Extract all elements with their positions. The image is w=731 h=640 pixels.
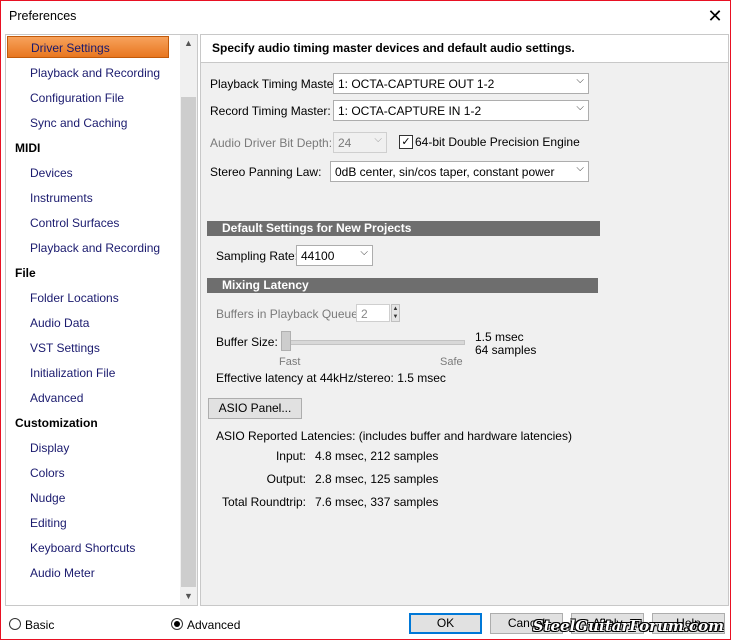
buffer-size-label: Buffer Size:	[216, 335, 278, 349]
sidebar-item-instruments[interactable]: Instruments	[30, 186, 93, 211]
mixing-latency-section: Mixing Latency	[207, 278, 598, 293]
default-settings-title: Default Settings for New Projects	[222, 221, 412, 235]
asio-panel-button[interactable]: ASIO Panel...	[208, 398, 302, 419]
ok-button[interactable]: OK	[409, 613, 482, 634]
bit-depth-value: 24	[338, 136, 352, 150]
buffers-value: 2	[361, 307, 368, 321]
chevron-down-icon: ⌵	[576, 163, 584, 174]
buffer-safe-label: Safe	[440, 356, 463, 368]
buffer-samples: 64 samples	[475, 343, 537, 357]
buffers-stepper[interactable]: ▲ ▼	[391, 304, 400, 322]
tree-category-customization: Customization	[15, 416, 98, 430]
close-icon[interactable]: ✕	[700, 1, 730, 31]
panning-label: Stereo Panning Law:	[210, 165, 322, 179]
scroll-thumb[interactable]	[181, 97, 196, 587]
chevron-down-icon: ⌵	[576, 75, 584, 86]
panel-header: Specify audio timing master devices and …	[201, 35, 728, 63]
advanced-radio[interactable]	[171, 618, 183, 630]
tree-category-file: File	[15, 266, 36, 280]
bit-depth-label: Audio Driver Bit Depth:	[210, 136, 333, 150]
chevron-down-icon: ⌵	[374, 134, 382, 145]
sampling-rate-select[interactable]: 44100 ⌵	[296, 245, 373, 266]
sidebar-item-audio-data[interactable]: Audio Data	[30, 311, 89, 336]
sidebar-item-advanced[interactable]: Advanced	[30, 386, 83, 411]
panel-header-text: Specify audio timing master devices and …	[212, 41, 575, 55]
sidebar-item-editing[interactable]: Editing	[30, 511, 67, 536]
panning-select[interactable]: 0dB center, sin/cos taper, constant powe…	[330, 161, 589, 182]
sidebar-item-display[interactable]: Display	[30, 436, 69, 461]
sidebar-item-vst-settings[interactable]: VST Settings	[30, 336, 100, 361]
basic-label: Basic	[25, 618, 55, 632]
double-precision-label: 64-bit Double Precision Engine	[415, 135, 580, 149]
sidebar-item-playback-and-recording[interactable]: Playback and Recording	[30, 61, 160, 86]
latency-input-value: 4.8 msec, 212 samples	[315, 449, 439, 463]
sidebar-item-playback-and-recording[interactable]: Playback and Recording	[30, 236, 160, 261]
record-master-value: 1: OCTA-CAPTURE IN 1-2	[338, 104, 482, 118]
buffer-msec: 1.5 msec	[475, 330, 524, 344]
sidebar-item-nudge[interactable]: Nudge	[30, 486, 65, 511]
preferences-window: Preferences ✕ Driver Settings Playback an…	[0, 0, 731, 640]
buffer-fast-label: Fast	[279, 356, 301, 368]
chevron-down-icon: ⌵	[360, 247, 368, 258]
buffers-input[interactable]: 2	[356, 304, 390, 322]
playback-master-value: 1: OCTA-CAPTURE OUT 1-2	[338, 77, 495, 91]
driver-settings-panel: Specify audio timing master devices and …	[200, 34, 729, 606]
sidebar-item-audio-meter[interactable]: Audio Meter	[30, 561, 95, 586]
buffer-size-track	[281, 340, 465, 345]
radio-selected-dot	[174, 621, 180, 627]
sidebar-item-sync-and-caching[interactable]: Sync and Caching	[30, 111, 127, 136]
double-precision-checkbox[interactable]: ✓	[399, 135, 413, 149]
advanced-label: Advanced	[187, 618, 241, 632]
sidebar-item-driver-settings[interactable]: Driver Settings	[7, 36, 169, 58]
buffer-size-slider[interactable]	[281, 331, 291, 351]
latency-output-value: 2.8 msec, 125 samples	[315, 472, 439, 486]
panning-value: 0dB center, sin/cos taper, constant powe…	[335, 165, 555, 179]
scroll-up-icon[interactable]: ▲	[180, 35, 197, 52]
sidebar-item-colors[interactable]: Colors	[30, 461, 65, 486]
latency-input-label: Input:	[275, 449, 306, 463]
buffers-label: Buffers in Playback Queue:	[216, 307, 362, 321]
sampling-rate-label: Sampling Rate:	[216, 249, 299, 263]
sidebar-item-devices[interactable]: Devices	[30, 161, 73, 186]
tree-scrollbar[interactable]: ▲ ▼	[180, 35, 197, 605]
playback-master-label: Playback Timing Master:	[210, 77, 341, 91]
latency-output-label: Output:	[266, 472, 306, 486]
latency-roundtrip-value: 7.6 msec, 337 samples	[315, 495, 439, 509]
scroll-down-icon[interactable]: ▼	[180, 588, 197, 605]
chevron-down-icon: ⌵	[576, 102, 584, 113]
asio-reported-text: ASIO Reported Latencies: (includes buffe…	[216, 429, 572, 443]
sidebar-item-folder-locations[interactable]: Folder Locations	[30, 286, 119, 311]
sidebar-item-control-surfaces[interactable]: Control Surfaces	[30, 211, 119, 236]
sidebar-item-initialization-file[interactable]: Initialization File	[30, 361, 115, 386]
watermark: SteelGuitarForum.com	[532, 617, 724, 635]
preferences-tree: Driver Settings Playback and Recording Con…	[5, 34, 198, 606]
sampling-rate-value: 44100	[301, 249, 335, 263]
title-bar: Preferences ✕	[1, 1, 730, 31]
record-master-select[interactable]: 1: OCTA-CAPTURE IN 1-2 ⌵	[333, 100, 589, 121]
effective-latency: Effective latency at 44kHz/stereo: 1.5 m…	[216, 371, 446, 385]
window-title: Preferences	[9, 9, 77, 23]
default-settings-section: Default Settings for New Projects	[207, 221, 600, 236]
bit-depth-select[interactable]: 24 ⌵	[333, 132, 387, 153]
playback-master-select[interactable]: 1: OCTA-CAPTURE OUT 1-2 ⌵	[333, 73, 589, 94]
basic-radio[interactable]	[9, 618, 21, 630]
mixing-latency-title: Mixing Latency	[222, 278, 309, 292]
latency-roundtrip-label: Total Roundtrip:	[221, 495, 306, 509]
tree-category-midi: MIDI	[15, 141, 41, 155]
sidebar-item-keyboard-shortcuts[interactable]: Keyboard Shortcuts	[30, 536, 135, 561]
record-master-label: Record Timing Master:	[210, 104, 331, 118]
sidebar-item-configuration-file[interactable]: Configuration File	[30, 86, 124, 111]
